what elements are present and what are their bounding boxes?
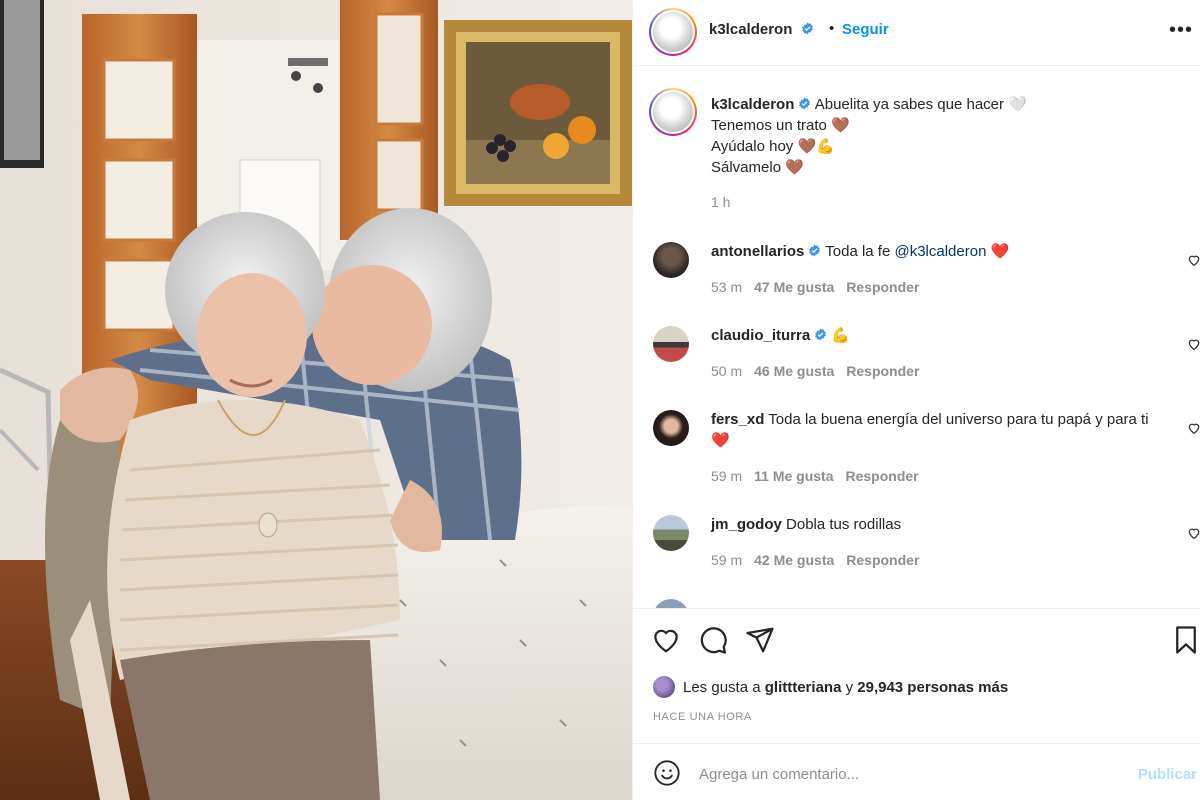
caption-line-2: Tenemos un trato 🤎	[711, 117, 850, 134]
bookmark-icon[interactable]	[1171, 625, 1200, 655]
verified-icon	[815, 328, 827, 341]
header-username-wrap[interactable]: k3lcalderon	[709, 21, 814, 38]
comment-body: antonellarios Toda la fe @k3lcalderon ❤️	[711, 241, 1161, 262]
comment-text: 💪	[831, 327, 851, 344]
reply-button[interactable]: Responder	[846, 363, 919, 379]
comment-body: fers_xd Toda la buena energía del univer…	[711, 409, 1171, 451]
comment-likes[interactable]: 42 Me gusta	[754, 552, 834, 568]
comment-likes[interactable]: 11 Me gusta	[754, 468, 833, 484]
send-icon[interactable]	[745, 625, 775, 655]
follow-button[interactable]: Seguir	[842, 21, 889, 38]
comment-username[interactable]: claudio_iturra	[711, 327, 810, 344]
header-username[interactable]: k3lcalderon	[709, 21, 792, 38]
comment-username[interactable]: antonellarios	[711, 243, 804, 260]
publish-button[interactable]: Publicar	[1138, 766, 1197, 783]
comment-meta: 59 m 42 Me gusta Responder	[711, 552, 919, 568]
comment-text: Toda la fe	[825, 243, 895, 260]
comment-like-heart-icon[interactable]	[1187, 526, 1200, 540]
caption-username[interactable]: k3lcalderon	[711, 96, 794, 113]
comment-icon[interactable]	[698, 625, 728, 655]
header-avatar[interactable]	[649, 8, 697, 56]
reply-button[interactable]: Responder	[846, 552, 919, 568]
comment-text: Dobla tus rodillas	[786, 516, 902, 533]
header-separator: •	[829, 20, 835, 37]
comment-like-heart-icon[interactable]	[1187, 253, 1200, 267]
comment-text: Toda la buena energía del universo para …	[711, 411, 1149, 449]
more-horizontal-icon[interactable]: •••	[1169, 19, 1193, 42]
comment-meta: 50 m 46 Me gusta Responder	[711, 363, 919, 379]
comment-username[interactable]: fers_xd	[711, 411, 764, 428]
heart-icon[interactable]	[651, 625, 681, 655]
caption-line-3: Ayúdalo hoy 🤎💪	[711, 138, 835, 155]
post-actions: Les gusta a glittteriana y 29,943 person…	[633, 608, 1200, 743]
comment-like-heart-icon[interactable]	[1187, 421, 1200, 435]
caption-time[interactable]: 1 h	[711, 192, 1181, 213]
post-photo[interactable]	[0, 0, 632, 800]
comments-list[interactable]: k3lcalderon Abuelita ya sabes que hacer …	[633, 66, 1200, 608]
comment-username[interactable]: jm_godoy	[711, 516, 782, 533]
comment-time[interactable]: 50 m	[711, 363, 742, 379]
caption-line-4: Sálvamelo 🤎	[711, 159, 804, 176]
reply-button[interactable]: Responder	[846, 279, 919, 295]
comment-avatar[interactable]	[653, 326, 689, 362]
likes-user[interactable]: glittteriana	[765, 679, 842, 696]
comment-body: jm_godoy Dobla tus rodillas	[711, 514, 1161, 535]
comment-likes[interactable]: 47 Me gusta	[754, 279, 834, 295]
likes-prefix: Les gusta a	[683, 679, 765, 696]
comment-avatar[interactable]	[653, 515, 689, 551]
comment-avatar-partial[interactable]	[653, 599, 689, 608]
verified-icon	[801, 22, 813, 35]
comment-time[interactable]: 53 m	[711, 279, 742, 295]
comment-likes[interactable]: 46 Me gusta	[754, 363, 834, 379]
comment-time[interactable]: 59 m	[711, 468, 742, 484]
comment-avatar[interactable]	[653, 410, 689, 446]
comment-time[interactable]: 59 m	[711, 552, 742, 568]
comment-mention[interactable]: @k3lcalderon	[894, 243, 986, 260]
post-photo-illustration	[0, 0, 632, 800]
comment-meta: 53 m 47 Me gusta Responder	[711, 279, 919, 295]
post-caption: k3lcalderon Abuelita ya sabes que hacer …	[711, 94, 1181, 213]
comment-avatar[interactable]	[653, 242, 689, 278]
post-time-ago[interactable]: HACE UNA HORA	[653, 711, 752, 723]
comment-text-end: ❤️	[986, 243, 1010, 260]
liker-avatar[interactable]	[653, 676, 675, 698]
add-comment-bar: Publicar	[633, 743, 1200, 800]
post-header: k3lcalderon • Seguir •••	[633, 0, 1200, 66]
caption-line-1: Abuelita ya sabes que hacer 🤍	[814, 96, 1027, 113]
likes-mid: y	[841, 679, 858, 696]
verified-icon	[799, 97, 811, 110]
caption-avatar[interactable]	[649, 88, 697, 136]
comment-input[interactable]	[697, 758, 1121, 790]
reply-button[interactable]: Responder	[846, 468, 919, 484]
emoji-smile-icon[interactable]	[653, 759, 681, 787]
verified-icon	[809, 244, 821, 257]
comment-body: claudio_iturra 💪	[711, 325, 1161, 346]
likes-summary[interactable]: Les gusta a glittteriana y 29,943 person…	[653, 676, 1008, 698]
comment-like-heart-icon[interactable]	[1187, 337, 1200, 351]
post-sidebar: k3lcalderon • Seguir ••• k3lcalderon Abu…	[632, 0, 1200, 800]
comment-meta: 59 m 11 Me gusta Responder	[711, 468, 919, 484]
likes-count[interactable]: 29,943 personas más	[857, 679, 1008, 696]
